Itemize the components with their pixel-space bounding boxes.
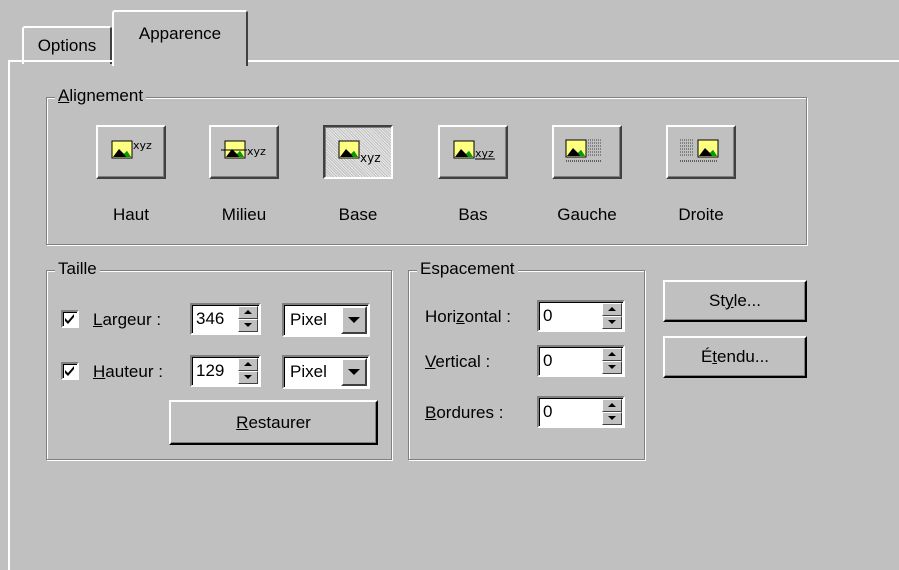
up-arrow-icon	[244, 310, 252, 314]
align-bas-label: Bas	[458, 205, 488, 224]
height-spin-down-button[interactable]	[238, 371, 258, 384]
down-arrow-icon	[244, 323, 252, 327]
vertical-spin-down-button[interactable]	[602, 361, 622, 374]
align-droite-label: Droite	[678, 205, 724, 224]
align-milieu-button[interactable]: xyz	[209, 125, 279, 179]
borders-spin-field[interactable]: 0	[537, 396, 625, 428]
align-gauche-button[interactable]	[552, 125, 622, 179]
align-droite-button[interactable]	[666, 125, 736, 179]
size-group-title: Taille	[55, 259, 100, 279]
svg-text:xyz: xyz	[475, 147, 494, 160]
height-spin-up-button[interactable]	[238, 358, 258, 371]
vertical-spinner[interactable]	[602, 348, 622, 374]
height-unit-select[interactable]: Pixel	[282, 355, 370, 389]
down-arrow-icon	[608, 416, 616, 420]
borders-spin-down-button[interactable]	[602, 412, 622, 425]
height-spinner[interactable]	[238, 358, 258, 384]
up-arrow-icon	[608, 403, 616, 407]
align-left-icon	[565, 139, 602, 162]
vertical-spin-field[interactable]: 0	[537, 345, 625, 377]
svg-text:xyz: xyz	[360, 151, 381, 165]
height-spin-field[interactable]: 129	[190, 355, 261, 387]
svg-text:xyz: xyz	[133, 139, 152, 152]
horizontal-spinner[interactable]	[602, 303, 622, 329]
align-haut-label: Haut	[113, 205, 149, 224]
up-arrow-icon	[244, 362, 252, 366]
width-spin-field[interactable]: 346	[190, 303, 261, 335]
style-button[interactable]: Style...	[663, 280, 807, 322]
down-arrow-icon	[244, 375, 252, 379]
width-checkbox[interactable]	[61, 310, 79, 328]
align-bottom-icon: xyz	[453, 140, 495, 160]
tab-options-label: Options	[37, 36, 97, 55]
up-arrow-icon	[608, 352, 616, 356]
tab-apparence[interactable]: Apparence	[112, 10, 248, 66]
reset-button[interactable]: Restaurer	[169, 400, 378, 445]
chevron-down-icon	[348, 369, 360, 375]
align-middle-icon: xyz	[221, 140, 266, 159]
width-unit-select[interactable]: Pixel	[282, 303, 370, 337]
vertical-label: Vertical :	[425, 352, 491, 371]
width-spinner[interactable]	[238, 306, 258, 332]
borders-spin-up-button[interactable]	[602, 399, 622, 412]
width-unit-dropdown-button[interactable]	[341, 306, 367, 334]
align-top-icon: xyz	[111, 139, 152, 159]
spacing-group-title: Espacement	[417, 259, 518, 279]
height-unit-dropdown-button[interactable]	[341, 358, 367, 386]
horizontal-spin-up-button[interactable]	[602, 303, 622, 316]
alignment-group-title: Alignement	[55, 86, 147, 106]
align-right-icon	[680, 139, 719, 162]
tab-options[interactable]: Options	[22, 26, 112, 64]
width-unit-value: Pixel	[290, 310, 327, 329]
align-gauche-label: Gauche	[557, 205, 617, 224]
vertical-value: 0	[543, 351, 553, 370]
down-arrow-icon	[608, 365, 616, 369]
align-bas-button[interactable]: xyz	[438, 125, 508, 179]
chevron-down-icon	[348, 317, 360, 323]
borders-value: 0	[543, 402, 553, 421]
height-checkbox[interactable]	[61, 362, 79, 380]
svg-text:xyz: xyz	[247, 145, 266, 158]
height-value: 129	[196, 361, 225, 380]
width-label: Largeur :	[93, 310, 162, 329]
width-spin-down-button[interactable]	[238, 319, 258, 332]
horizontal-spin-down-button[interactable]	[602, 316, 622, 329]
align-milieu-label: Milieu	[221, 205, 267, 224]
vertical-spin-up-button[interactable]	[602, 348, 622, 361]
align-base-button[interactable]: xyz	[323, 125, 393, 179]
align-base-label: Base	[338, 205, 378, 224]
height-unit-value: Pixel	[290, 362, 327, 381]
horizontal-value: 0	[543, 306, 553, 325]
borders-spinner[interactable]	[602, 399, 622, 425]
borders-label: Bordures :	[425, 403, 504, 422]
tab-apparence-label: Apparence	[138, 24, 222, 43]
width-spin-up-button[interactable]	[238, 306, 258, 319]
down-arrow-icon	[608, 320, 616, 324]
horizontal-spin-field[interactable]: 0	[537, 300, 625, 332]
width-value: 346	[196, 309, 225, 328]
extended-button[interactable]: Étendu...	[663, 336, 807, 378]
height-label: Hauteur :	[93, 362, 163, 381]
align-haut-button[interactable]: xyz	[96, 125, 166, 179]
align-baseline-icon: xyz	[338, 140, 381, 165]
up-arrow-icon	[608, 307, 616, 311]
horizontal-label: Horizontal :	[425, 307, 511, 326]
